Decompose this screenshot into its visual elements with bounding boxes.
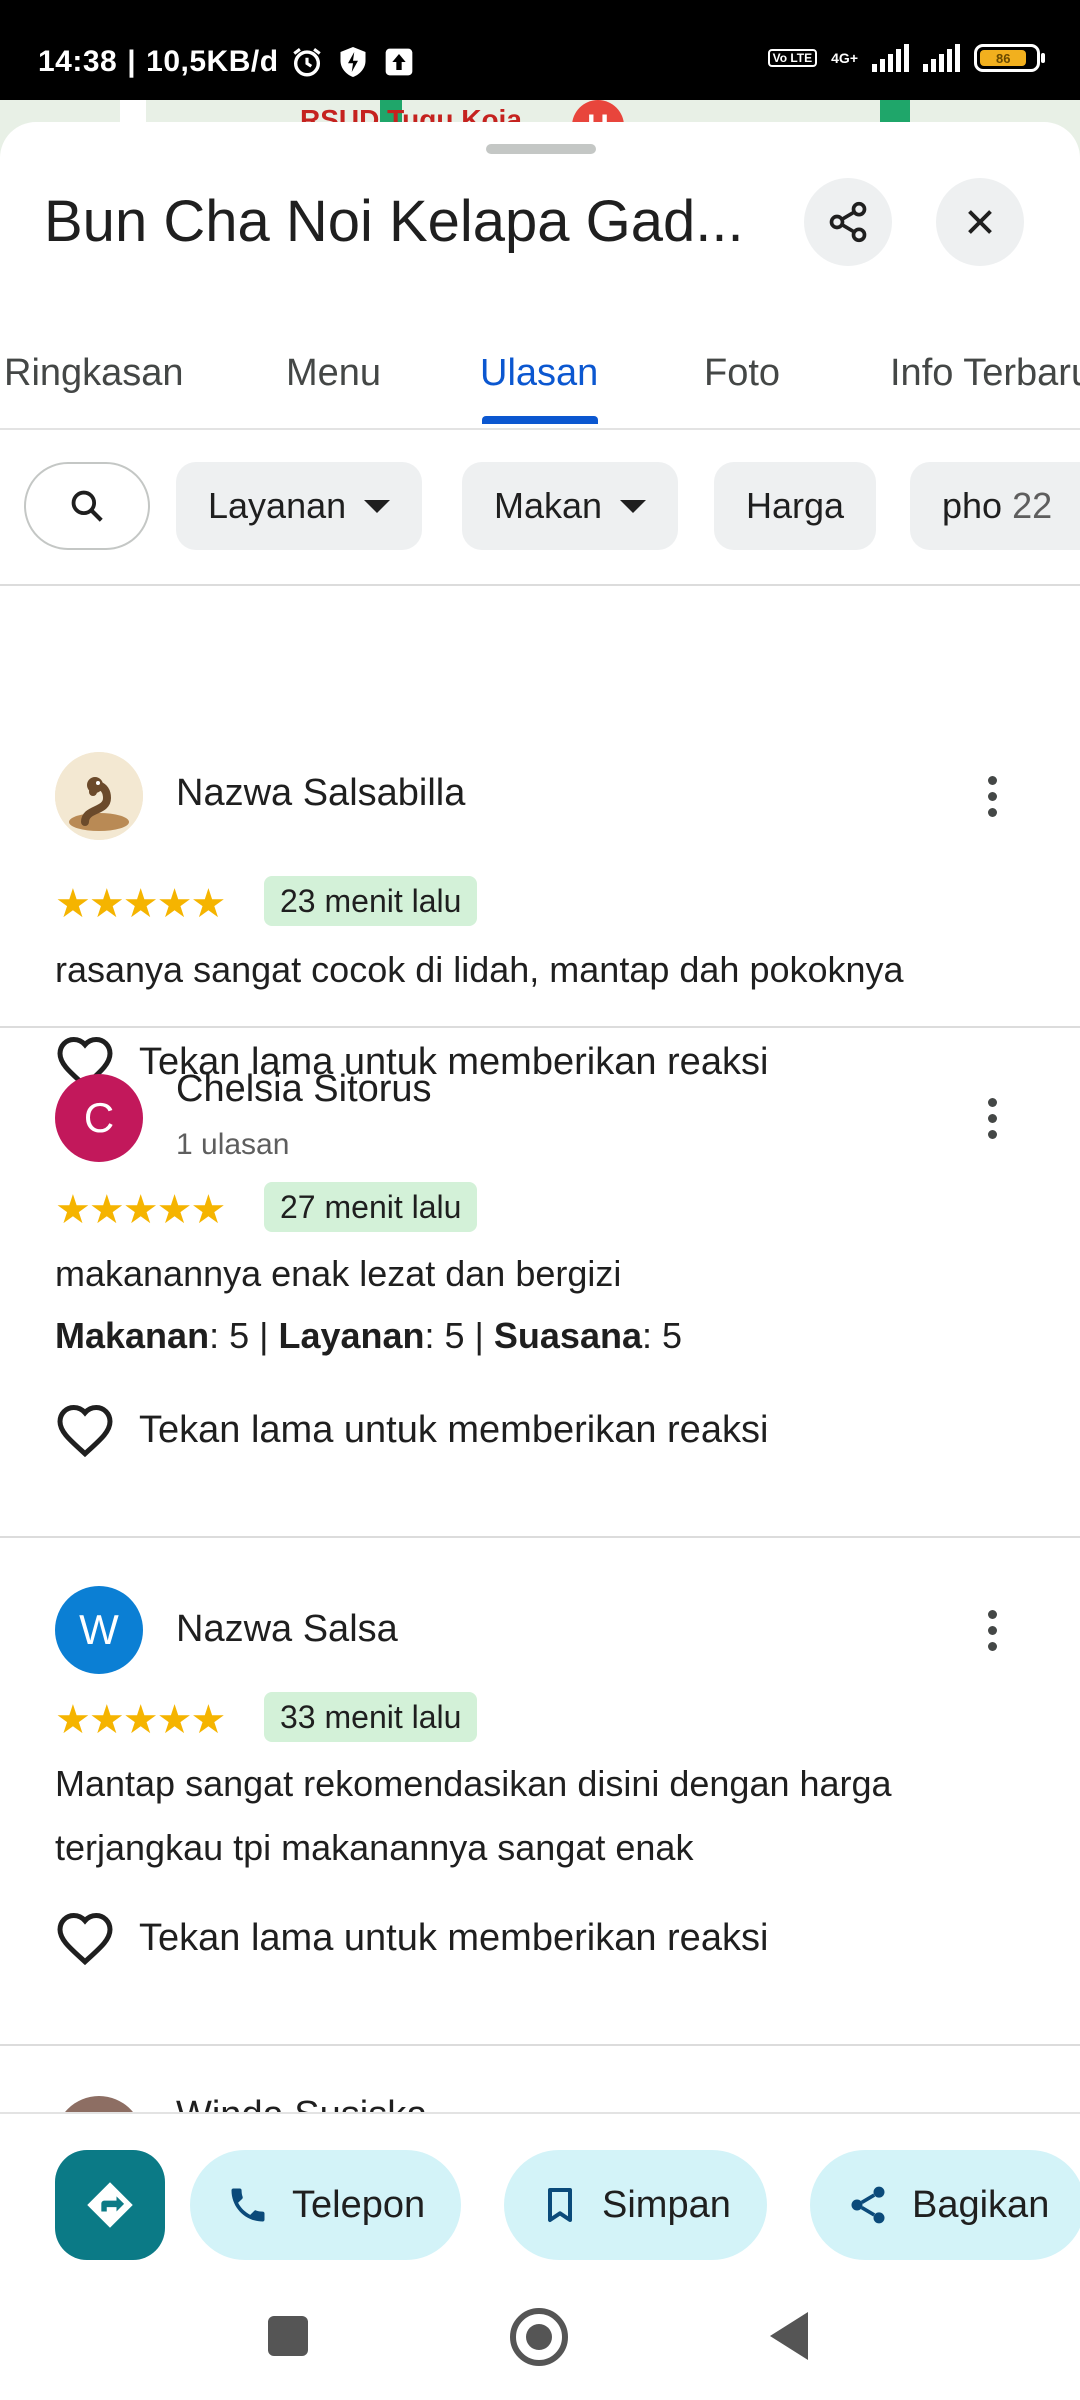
aspect-label: Suasana <box>493 1315 642 1356</box>
review-text: rasanya sangat cocok di lidah, mantap da… <box>55 949 904 990</box>
volte-icon: Vo LTE <box>767 49 818 67</box>
aspect-value: : 5 | <box>209 1315 279 1356</box>
filter-chip-label: Makan <box>494 485 603 526</box>
action-bar: Telepon Simpan Bagikan <box>0 2112 1080 2284</box>
filter-chips: Layanan Makan Harga pho 22 <box>0 462 1080 552</box>
avatar[interactable] <box>55 752 143 840</box>
filter-chip-count: 22 <box>1012 485 1053 526</box>
search-icon <box>71 490 103 522</box>
reviewer-name[interactable]: Winda Susiska <box>176 2094 427 2112</box>
chevron-down-icon <box>620 499 647 513</box>
aspect-value: : 5 <box>641 1315 683 1356</box>
aspect-value: : 5 | <box>424 1315 494 1356</box>
reviewer-name[interactable]: Chelsia Sitorus <box>176 1068 432 1111</box>
snake-avatar-icon <box>55 752 143 840</box>
upload-icon <box>381 44 417 80</box>
filter-chip-harga[interactable]: Harga <box>714 462 877 550</box>
avatar[interactable]: W <box>55 1586 143 1674</box>
close-icon <box>968 210 992 234</box>
status-left: 14:38 | 10,5KB/d <box>38 44 417 80</box>
avatar[interactable] <box>55 2096 143 2112</box>
tab-foto[interactable]: Foto <box>704 352 780 395</box>
back-button[interactable] <box>770 2312 808 2360</box>
system-navigation-bar <box>0 2284 1080 2400</box>
close-button[interactable] <box>936 178 1024 266</box>
review-age-badge: 23 menit lalu <box>264 876 478 926</box>
review-item: Winda Susiska <box>0 2046 1080 2112</box>
star-rating: ★★★★★ <box>55 1698 226 1742</box>
more-options-icon[interactable] <box>972 1600 1012 1660</box>
tab-ringkasan[interactable]: Ringkasan <box>4 352 184 395</box>
share-icon <box>829 201 867 243</box>
filter-chip-label: pho <box>942 485 1003 526</box>
status-separator: | <box>127 45 137 78</box>
directions-icon <box>87 2182 133 2228</box>
heart-icon <box>57 1404 113 1458</box>
review-age-badge: 33 menit lalu <box>264 1692 478 1742</box>
filter-chip-label: Layanan <box>208 485 347 526</box>
review-age-badge: 27 menit lalu <box>264 1182 478 1232</box>
react-button[interactable]: Tekan lama untuk memberikan reaksi <box>55 1910 768 1966</box>
network-speed: 10,5KB/d <box>146 45 279 78</box>
phone-icon <box>231 2188 265 2222</box>
call-label: Telepon <box>292 2183 426 2226</box>
react-label: Tekan lama untuk memberikan reaksi <box>139 1916 769 1959</box>
call-button[interactable]: Telepon <box>190 2150 462 2260</box>
status-bar: 14:38 | 10,5KB/d Vo LTE 4G+ 86 <box>0 0 1080 110</box>
share-place-button[interactable]: Bagikan <box>810 2150 1080 2260</box>
tab-menu[interactable]: Menu <box>286 352 381 395</box>
alarm-icon <box>289 44 325 80</box>
signal-icon <box>872 44 909 72</box>
filter-chip-label: Harga <box>746 485 845 526</box>
filter-chip-makan[interactable]: Makan <box>462 462 679 550</box>
react-button[interactable]: Tekan lama untuk memberikan reaksi <box>55 1402 768 1458</box>
aspect-label: Layanan <box>278 1315 425 1356</box>
review-text: Mantap sangat rekomendasikan disini deng… <box>55 1763 892 1868</box>
review-aspect-ratings: Makanan: 5 | Layanan: 5 | Suasana: 5 <box>55 1304 1045 1368</box>
react-label: Tekan lama untuk memberikan reaksi <box>139 1408 769 1451</box>
place-sheet: Bun Cha Noi Kelapa Gad... Ringkasan Menu… <box>0 122 1080 2400</box>
home-button[interactable] <box>510 2308 568 2366</box>
save-label: Simpan <box>602 2183 731 2226</box>
directions-button[interactable] <box>55 2150 165 2260</box>
battery-icon: 86 <box>974 44 1045 72</box>
tab-bar: Ringkasan Menu Ulasan Foto Info Terbaru <box>0 322 1080 430</box>
drag-handle[interactable] <box>486 144 596 154</box>
place-title: Bun Cha Noi Kelapa Gad... <box>44 189 744 254</box>
more-options-icon[interactable] <box>972 766 1012 826</box>
aspect-label: Makanan <box>55 1315 210 1356</box>
review-item: C Chelsia Sitorus 1 ulasan ★★★★★ 27 meni… <box>0 1028 1080 1536</box>
filter-chip-pho[interactable]: pho 22 <box>910 462 1080 550</box>
share-button[interactable] <box>804 178 892 266</box>
network-type: 4G+ <box>831 50 858 66</box>
clock: 14:38 <box>38 45 118 78</box>
chevron-down-icon <box>364 499 391 513</box>
review-item: W Nazwa Salsa ★★★★★ 33 menit lalu Mantap… <box>0 1538 1080 2044</box>
heart-icon <box>57 1912 113 1966</box>
bookmark-icon <box>548 2188 572 2222</box>
active-tab-indicator <box>482 416 598 424</box>
star-rating: ★★★★★ <box>55 1188 226 1232</box>
home-icon <box>526 2324 552 2350</box>
recents-button[interactable] <box>268 2316 308 2356</box>
filter-chip-layanan[interactable]: Layanan <box>176 462 423 550</box>
signal-icon-2 <box>923 44 960 72</box>
tab-info-terbaru[interactable]: Info Terbaru <box>890 352 1080 395</box>
search-reviews-button[interactable] <box>24 462 150 550</box>
battery-level: 86 <box>980 50 1027 66</box>
tab-ulasan[interactable]: Ulasan <box>480 352 598 395</box>
avatar[interactable]: C <box>55 1074 143 1162</box>
shield-bolt-icon <box>335 44 371 80</box>
share-icon <box>851 2186 885 2224</box>
reviewer-name[interactable]: Nazwa Salsa <box>176 1608 398 1651</box>
star-rating: ★★★★★ <box>55 882 226 926</box>
save-button[interactable]: Simpan <box>504 2150 767 2260</box>
share-label: Bagikan <box>912 2183 1050 2226</box>
reviewer-review-count: 1 ulasan <box>176 1128 290 1161</box>
reviewer-name[interactable]: Nazwa Salsabilla <box>176 772 465 815</box>
review-text: makanannya enak lezat dan bergizi <box>55 1253 622 1294</box>
more-options-icon[interactable] <box>972 1088 1012 1148</box>
status-right: Vo LTE 4G+ 86 <box>767 44 1045 72</box>
